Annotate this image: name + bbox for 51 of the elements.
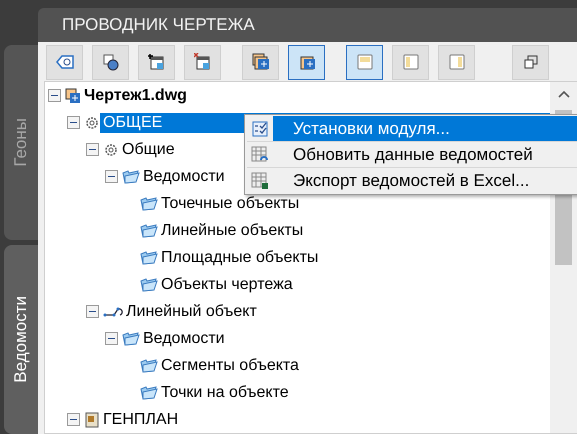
tree-item[interactable]: ГЕНПЛАН [100, 410, 182, 430]
collapse-toggle[interactable] [67, 413, 80, 426]
tree-item[interactable]: Площадные объекты [158, 248, 322, 268]
table-export-icon [251, 172, 269, 190]
tree-item[interactable]: Сегменты объекта [158, 356, 303, 376]
folder-icon [140, 358, 158, 373]
shapes-icon [102, 53, 120, 71]
collapse-toggle[interactable] [105, 170, 118, 183]
layout-icon [356, 54, 372, 70]
tag-icon [56, 55, 74, 69]
tree-item[interactable]: Линейные объекты [158, 220, 308, 240]
window-remove-icon [194, 53, 212, 71]
windows-icon [524, 55, 538, 69]
window-add-icon [148, 53, 166, 71]
side-tab[interactable]: Ведомости [4, 244, 38, 434]
collapse-toggle[interactable] [67, 116, 80, 129]
tree-item[interactable]: Ведомости [140, 166, 229, 186]
stacked-pages-icon [252, 53, 270, 71]
tree-item[interactable]: Точки на объекте [158, 382, 293, 402]
toolbar-button[interactable] [288, 44, 325, 80]
layout-icon [448, 54, 464, 70]
chevron-up-icon[interactable] [558, 90, 570, 98]
layout-icon [402, 54, 418, 70]
collapse-toggle[interactable] [105, 332, 118, 345]
tree-item[interactable]: Точечные объекты [158, 194, 304, 214]
tree-item[interactable]: Общие [119, 140, 179, 160]
drawing-file-icon [65, 88, 81, 104]
folder-icon [140, 223, 158, 238]
gear-icon [84, 114, 100, 130]
menu-item[interactable]: Экспорт ведомостей в Excel... [273, 168, 577, 193]
folder-icon [140, 196, 158, 211]
tree-item[interactable]: Линейный объект [123, 302, 261, 322]
collapse-toggle[interactable] [86, 305, 99, 318]
folder-icon [122, 169, 140, 184]
gear-icon [103, 142, 119, 158]
collapse-toggle[interactable] [86, 143, 99, 156]
folder-icon [122, 331, 140, 346]
checklist-icon [252, 120, 268, 136]
menu-item[interactable]: Обновить данные ведомостей [273, 142, 577, 167]
tree-item[interactable]: Ведомости [140, 328, 229, 348]
table-refresh-icon [251, 146, 269, 164]
polyline-icon [103, 304, 123, 318]
folder-icon [140, 250, 158, 265]
panel-title: ПРОВОДНИК ЧЕРТЕЖА [62, 15, 255, 35]
collapse-toggle[interactable] [48, 89, 61, 102]
plan-document-icon [84, 412, 100, 428]
menu-item[interactable]: Установки модуля... [273, 116, 577, 141]
tree-item[interactable]: Чертеж1.dwg [81, 86, 191, 106]
tree-item[interactable]: Объекты чертежа [158, 274, 297, 294]
folder-icon [140, 385, 158, 400]
folder-icon [140, 277, 158, 292]
